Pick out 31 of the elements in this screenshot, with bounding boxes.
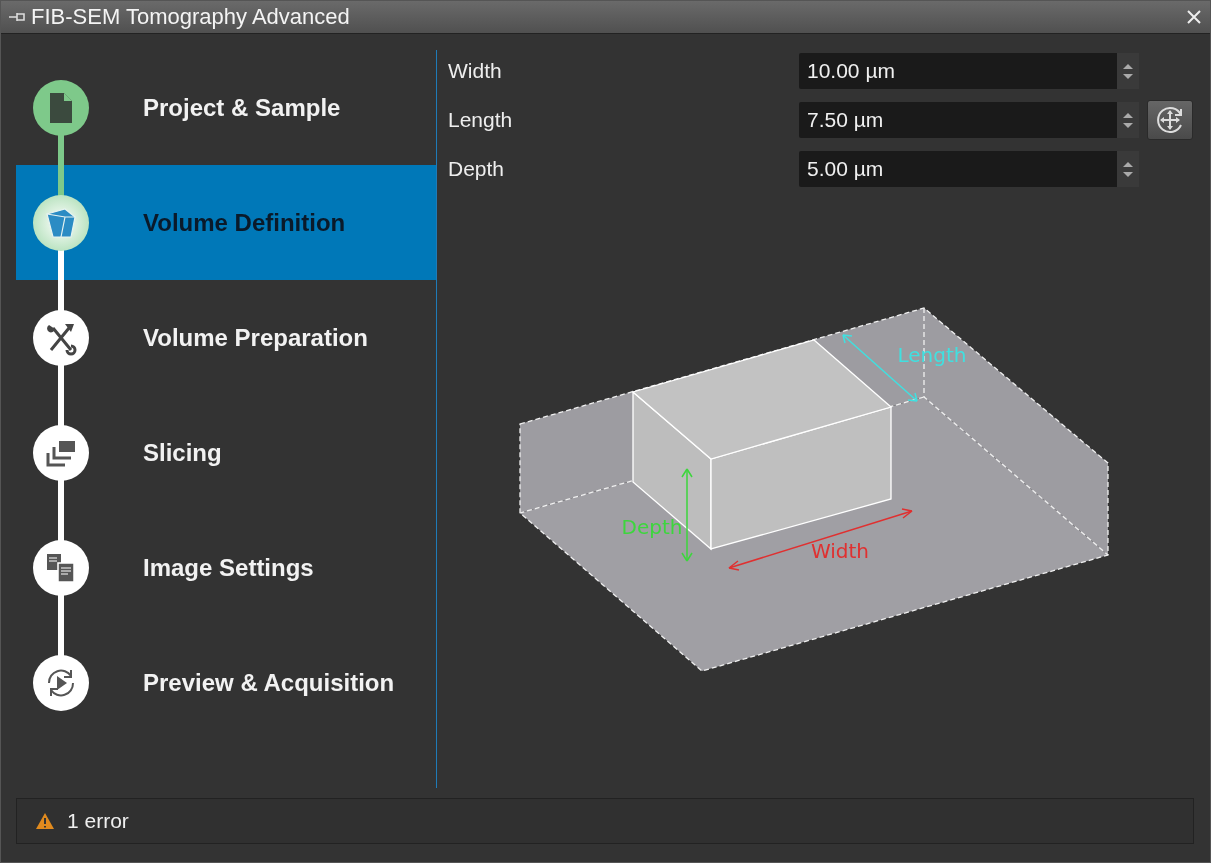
warning-icon [35, 812, 55, 830]
document-icon [48, 91, 74, 124]
move-button[interactable] [1147, 100, 1193, 140]
step-item[interactable]: Project & Sample [16, 50, 436, 165]
field-label: Depth [448, 157, 506, 181]
step-label: Slicing [143, 438, 222, 467]
dimension-label: Length [897, 343, 967, 367]
number-input[interactable]: 7.50 µm [799, 102, 1139, 138]
pin-icon[interactable] [9, 12, 27, 22]
spinner-arrows[interactable] [1117, 151, 1139, 187]
step-label: Volume Preparation [143, 323, 368, 352]
field-label: Width [448, 59, 503, 83]
step-label: Volume Definition [143, 208, 346, 237]
step-item[interactable]: Preview & Acquisition [16, 625, 436, 740]
spinner-arrows[interactable] [1117, 102, 1139, 138]
window-title: FIB-SEM Tomography Advanced [31, 4, 351, 30]
step-item[interactable]: Volume Preparation [16, 280, 436, 395]
step-label: Preview & Acquisition [143, 668, 395, 697]
step-label: Image Settings [143, 553, 314, 582]
step-item[interactable]: Slicing [16, 395, 436, 510]
spinner-arrows[interactable] [1117, 53, 1139, 89]
step-item[interactable]: Image Settings [16, 510, 436, 625]
number-input[interactable]: 5.00 µm [799, 151, 1139, 187]
close-icon[interactable] [1186, 9, 1202, 25]
number-input[interactable]: 10.00 µm [799, 53, 1139, 89]
dimension-label: Width [810, 539, 870, 563]
field-label: Length [448, 108, 514, 132]
status-text: 1 error [67, 809, 129, 833]
step-item[interactable]: Volume Definition [16, 165, 436, 280]
dimension-label: Depth [621, 515, 683, 539]
step-label: Project & Sample [143, 93, 341, 122]
